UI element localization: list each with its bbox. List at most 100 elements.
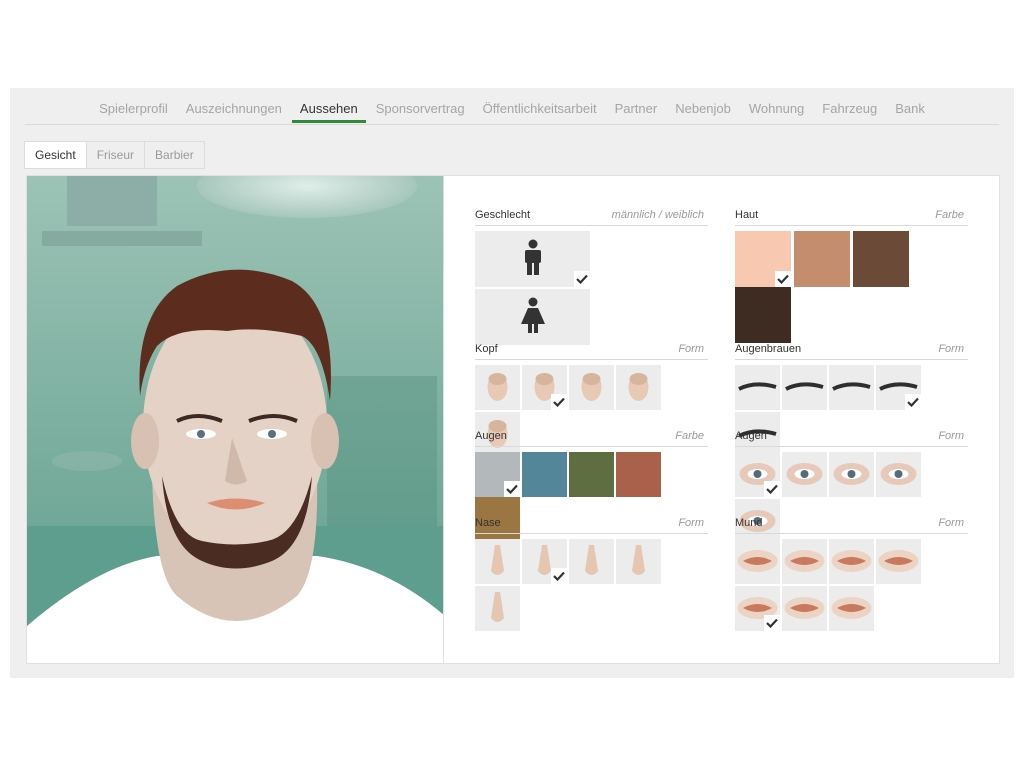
tab-fahrzeug[interactable]: Fahrzeug xyxy=(814,88,885,122)
tab-spielerprofil[interactable]: Spielerprofil xyxy=(91,88,176,122)
nose-shape-icon xyxy=(616,545,661,588)
selected-check-icon xyxy=(574,271,590,287)
nose-shape-icon xyxy=(569,545,614,588)
eye-shape-option[interactable] xyxy=(782,452,827,497)
skin-color-swatch[interactable] xyxy=(735,287,791,343)
gender-section-options xyxy=(475,231,708,347)
mouth-shape-option[interactable] xyxy=(735,586,780,631)
nose-shape-option[interactable] xyxy=(475,539,520,584)
nose-shape-option[interactable] xyxy=(475,586,520,631)
subtab-friseur[interactable]: Friseur xyxy=(85,141,146,169)
selected-check-icon xyxy=(764,481,780,497)
head-section-hint: Form xyxy=(678,343,704,355)
eye-shape-option[interactable] xyxy=(876,452,921,497)
eye-shape-icon xyxy=(876,463,921,501)
subtab-gesicht[interactable]: Gesicht xyxy=(24,141,87,169)
selected-check-icon xyxy=(775,271,791,287)
mouth-shape-option[interactable] xyxy=(782,586,827,631)
head-shape-option[interactable] xyxy=(569,365,614,410)
nose-section-hint: Form xyxy=(678,517,704,529)
selected-check-icon xyxy=(551,568,567,584)
eyebrow-shape-option[interactable] xyxy=(876,365,921,410)
selected-check-icon xyxy=(764,615,780,631)
mouth-shape-option[interactable] xyxy=(876,539,921,584)
eye-color-swatch[interactable] xyxy=(522,452,567,497)
eye-shape-section-hint: Form xyxy=(938,430,964,442)
tab-aussehen[interactable]: Aussehen xyxy=(291,88,366,123)
kopf-shape-icon xyxy=(616,373,661,414)
nose-shape-option[interactable] xyxy=(522,539,567,584)
eye-color-section-title: Augen xyxy=(475,430,507,442)
eyebrow-shape-option[interactable] xyxy=(735,365,780,410)
eye-color-swatch[interactable] xyxy=(569,452,614,497)
mouth-section-title: Mund xyxy=(735,517,763,529)
eye-color-section-header: Augen Farbe xyxy=(475,430,708,447)
skin-color-swatch[interactable] xyxy=(794,231,850,287)
nose-section: Nase Form xyxy=(475,517,708,633)
tab-sponsorvertrag[interactable]: Sponsorvertrag xyxy=(368,88,473,122)
head-shape-option[interactable] xyxy=(616,365,661,410)
tab-wohnung[interactable]: Wohnung xyxy=(741,88,812,122)
eye-shape-icon xyxy=(782,463,827,501)
eyebrows-section-title: Augenbrauen xyxy=(735,343,802,355)
selected-check-icon xyxy=(905,394,921,410)
eye-color-section-hint: Farbe xyxy=(675,430,704,442)
eyebrows-section-hint: Form xyxy=(938,343,964,355)
mouth-shape-option[interactable] xyxy=(829,539,874,584)
female-option[interactable] xyxy=(475,289,590,345)
head-shape-option[interactable] xyxy=(475,365,520,410)
nose-shape-option[interactable] xyxy=(616,539,661,584)
gender-section-header: Geschlecht männlich / weiblich xyxy=(475,209,708,226)
options-panel: Geschlecht männlich / weiblich Haut Farbe Ko… xyxy=(443,175,1000,664)
skin-section: Haut Farbe xyxy=(735,209,968,343)
selected-check-icon xyxy=(504,481,520,497)
eye-color-swatch[interactable] xyxy=(475,452,520,497)
tab-bank[interactable]: Bank xyxy=(887,88,933,122)
subtab-barbier[interactable]: Barbier xyxy=(144,141,205,169)
mouth-section-options xyxy=(735,539,968,633)
skin-color-swatch[interactable] xyxy=(735,231,791,287)
female-icon xyxy=(520,297,546,338)
nose-section-title: Nase xyxy=(475,517,501,529)
mouth-shape-option[interactable] xyxy=(782,539,827,584)
mouth-shape-option[interactable] xyxy=(829,586,874,631)
gender-section: Geschlecht männlich / weiblich xyxy=(475,209,708,347)
nose-section-header: Nase Form xyxy=(475,517,708,534)
male-icon xyxy=(521,239,545,280)
skin-section-hint: Farbe xyxy=(935,209,964,221)
brow-shape-icon xyxy=(829,382,874,414)
eye-shape-option[interactable] xyxy=(735,452,780,497)
tab-auszeichnungen[interactable]: Auszeichnungen xyxy=(178,88,290,122)
nose-section-options xyxy=(475,539,708,633)
appearance-window: Spielerprofil Auszeichnungen Aussehen Spons… xyxy=(10,88,1014,678)
kopf-shape-icon xyxy=(569,373,614,414)
head-section-title: Kopf xyxy=(475,343,498,355)
mouth-shape-icon xyxy=(876,550,921,588)
skin-color-swatch[interactable] xyxy=(853,231,909,287)
brow-shape-icon xyxy=(782,382,827,414)
eye-color-swatch[interactable] xyxy=(616,452,661,497)
sub-tabs: Gesicht Friseur Barbier xyxy=(24,141,205,169)
eyebrows-section-header: Augenbrauen Form xyxy=(735,343,968,360)
eye-shape-icon xyxy=(829,463,874,501)
skin-section-options xyxy=(735,231,968,343)
tab-nebenjob[interactable]: Nebenjob xyxy=(667,88,739,122)
mouth-shape-icon xyxy=(782,597,827,635)
avatar-preview xyxy=(26,175,446,664)
main-navigation: Spielerprofil Auszeichnungen Aussehen Spons… xyxy=(25,88,999,125)
skin-section-header: Haut Farbe xyxy=(735,209,968,226)
head-section-header: Kopf Form xyxy=(475,343,708,360)
tab-partner[interactable]: Partner xyxy=(607,88,666,122)
nose-shape-icon xyxy=(475,592,520,635)
male-option[interactable] xyxy=(475,231,590,287)
eye-shape-option[interactable] xyxy=(829,452,874,497)
eye-shape-section-title: Augen xyxy=(735,430,767,442)
eyebrow-shape-option[interactable] xyxy=(782,365,827,410)
tab-ffentlichkeitsarbeit[interactable]: Öffentlichkeitsarbeit xyxy=(475,88,605,122)
mouth-section: Mund Form xyxy=(735,517,968,633)
mouth-shape-option[interactable] xyxy=(735,539,780,584)
eyebrow-shape-option[interactable] xyxy=(829,365,874,410)
nose-shape-option[interactable] xyxy=(569,539,614,584)
head-shape-option[interactable] xyxy=(522,365,567,410)
gender-section-title: Geschlecht xyxy=(475,209,531,221)
